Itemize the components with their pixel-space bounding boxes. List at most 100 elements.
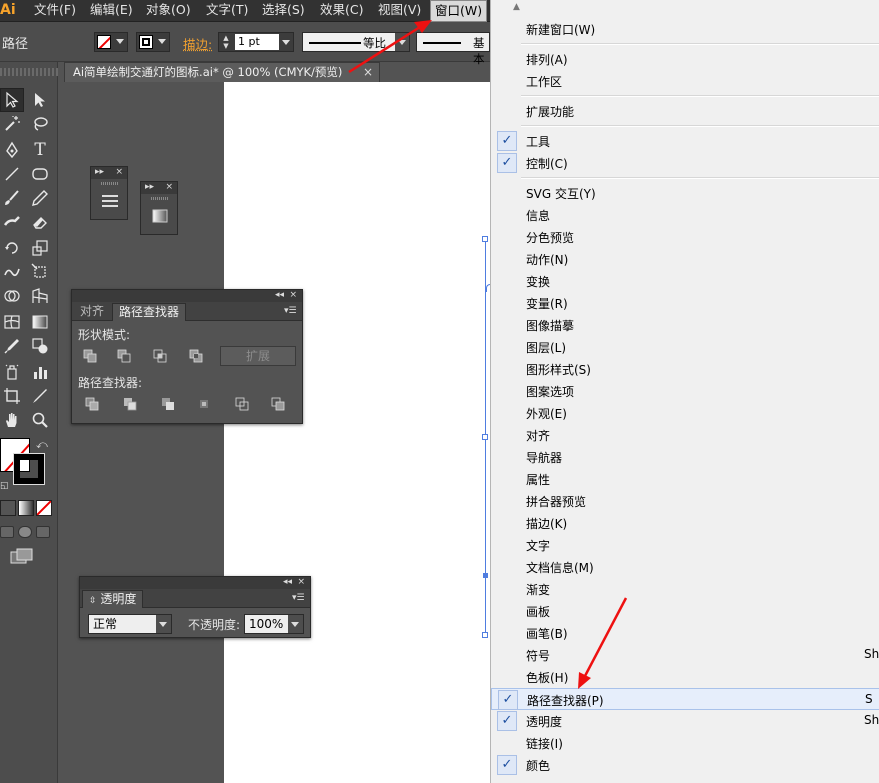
menu-item[interactable]: 图案选项 bbox=[491, 380, 879, 402]
spinner-icon[interactable]: ▲ ▼ bbox=[220, 34, 232, 50]
slice-tool-icon[interactable] bbox=[28, 384, 52, 408]
selection-tool-icon[interactable] bbox=[0, 88, 24, 112]
draw-inside-icon[interactable] bbox=[36, 526, 50, 538]
menu-item[interactable]: ✓ 透明度 Sh bbox=[491, 710, 879, 732]
close-icon[interactable]: × bbox=[165, 182, 173, 193]
divide-icon[interactable] bbox=[82, 395, 102, 413]
anchor-point[interactable] bbox=[483, 573, 488, 578]
tab-transparency[interactable]: ⇳ 透明度 bbox=[82, 590, 144, 608]
menu-item[interactable]: 符号 Sh bbox=[491, 644, 879, 666]
menu-item[interactable]: 新建窗口(W) bbox=[491, 18, 879, 40]
rotate-tool-icon[interactable] bbox=[0, 236, 24, 260]
draw-normal-icon[interactable] bbox=[0, 526, 14, 538]
line-segment-tool-icon[interactable] bbox=[0, 162, 24, 186]
eraser-tool-icon[interactable] bbox=[28, 210, 52, 234]
default-fill-stroke-icon[interactable]: ◱ bbox=[0, 481, 9, 491]
menu-item[interactable]: ✓ 颜色 bbox=[491, 754, 879, 776]
menu-item[interactable]: ✓ 控制(C) bbox=[491, 152, 879, 174]
menu-effect[interactable]: 效果(C) bbox=[320, 0, 363, 22]
tab-align[interactable]: 对齐 bbox=[74, 303, 110, 321]
panel-grip[interactable] bbox=[151, 197, 169, 200]
warp-tool-icon[interactable] bbox=[0, 260, 24, 284]
mesh-tool-icon[interactable] bbox=[0, 310, 24, 334]
artboard[interactable] bbox=[224, 82, 490, 783]
stroke-label[interactable]: 描边: bbox=[183, 34, 212, 53]
menu-item[interactable]: 链接(I) bbox=[491, 732, 879, 754]
opacity-value[interactable]: 100% bbox=[249, 617, 283, 631]
menu-item[interactable]: 图像描摹 bbox=[491, 314, 879, 336]
anchor-handle[interactable] bbox=[482, 632, 488, 638]
menu-type[interactable]: 文字(T) bbox=[206, 0, 248, 22]
pencil-tool-icon[interactable] bbox=[28, 186, 52, 210]
close-icon[interactable]: × bbox=[297, 577, 305, 588]
minus-front-icon[interactable] bbox=[114, 347, 134, 365]
menu-item[interactable]: 动作(N) bbox=[491, 248, 879, 270]
symbol-sprayer-tool-icon[interactable] bbox=[0, 360, 24, 384]
crop-icon[interactable] bbox=[194, 395, 214, 413]
hand-tool-icon[interactable] bbox=[0, 408, 24, 432]
menu-object[interactable]: 对象(O) bbox=[146, 0, 191, 22]
menu-item[interactable]: SVG 交互(Y) bbox=[491, 182, 879, 204]
expand-icon[interactable]: ▸▸ bbox=[145, 182, 154, 192]
menu-item[interactable]: 变量(R) bbox=[491, 292, 879, 314]
variable-width-profile[interactable]: 等比 bbox=[302, 32, 410, 52]
outline-icon[interactable] bbox=[232, 395, 252, 413]
stroke-weight-value[interactable]: 1 pt bbox=[235, 34, 279, 50]
menu-item[interactable]: 对齐 bbox=[491, 424, 879, 446]
menu-file[interactable]: 文件(F) bbox=[34, 0, 76, 22]
draw-behind-icon[interactable] bbox=[18, 526, 32, 538]
stroke-swatch[interactable] bbox=[13, 453, 45, 485]
panel-menu-icon[interactable]: ▾☰ bbox=[292, 593, 306, 603]
screen-mode-icon[interactable] bbox=[10, 548, 34, 564]
none-mode-button[interactable] bbox=[36, 500, 52, 516]
menu-item[interactable]: 拼合器预览 bbox=[491, 490, 879, 512]
panel-titlebar[interactable]: ◂◂ × bbox=[72, 290, 302, 302]
rounded-rectangle-tool-icon[interactable] bbox=[28, 162, 52, 186]
brush-definition[interactable]: 基本 bbox=[416, 32, 490, 66]
menu-view[interactable]: 视图(V) bbox=[378, 0, 421, 22]
anchor-handle[interactable] bbox=[482, 236, 488, 242]
intersect-icon[interactable] bbox=[150, 347, 170, 365]
menu-item[interactable]: 渐变 bbox=[491, 578, 879, 600]
menu-item[interactable]: 图形样式(S) bbox=[491, 358, 879, 380]
gradient-tool-icon[interactable] bbox=[28, 310, 52, 334]
menu-item[interactable]: ✓ 工具 bbox=[491, 130, 879, 152]
direct-selection-tool-icon[interactable] bbox=[28, 88, 52, 112]
chevron-down-icon[interactable] bbox=[282, 40, 290, 45]
chevron-down-icon[interactable] bbox=[395, 33, 409, 51]
close-icon[interactable]: × bbox=[289, 290, 297, 301]
menu-item[interactable]: 色板(H) bbox=[491, 666, 879, 688]
chevron-down-icon[interactable] bbox=[288, 615, 303, 633]
close-icon[interactable]: × bbox=[115, 167, 123, 178]
menu-item[interactable]: 属性 bbox=[491, 468, 879, 490]
collapsed-panel-gradient[interactable]: ▸▸ × bbox=[140, 181, 178, 235]
menu-item[interactable]: 变换 bbox=[491, 270, 879, 292]
unite-icon[interactable] bbox=[80, 347, 100, 365]
column-graph-tool-icon[interactable] bbox=[28, 360, 52, 384]
shape-builder-tool-icon[interactable] bbox=[0, 284, 24, 308]
align-lines-icon[interactable] bbox=[101, 192, 119, 210]
blend-tool-icon[interactable] bbox=[28, 334, 52, 358]
panel-menu-icon[interactable]: ▾☰ bbox=[284, 306, 298, 316]
menu-item[interactable]: 画板 bbox=[491, 600, 879, 622]
swap-fill-stroke-icon[interactable]: ⤺ bbox=[36, 438, 48, 452]
gradient-swatch-icon[interactable] bbox=[151, 207, 169, 225]
gradient-mode-button[interactable] bbox=[18, 500, 34, 516]
panel-grip[interactable] bbox=[0, 68, 58, 76]
menu-item[interactable]: 信息 bbox=[491, 204, 879, 226]
panel-titlebar[interactable]: ◂◂ × bbox=[80, 577, 310, 589]
scale-tool-icon[interactable] bbox=[28, 236, 52, 260]
paintbrush-tool-icon[interactable] bbox=[0, 186, 24, 210]
artboard-tool-icon[interactable] bbox=[0, 384, 24, 408]
menu-item[interactable]: 文档信息(M) bbox=[491, 556, 879, 578]
pen-tool-icon[interactable] bbox=[0, 138, 24, 162]
trim-icon[interactable] bbox=[120, 395, 140, 413]
menu-window[interactable]: 窗口(W) bbox=[430, 0, 488, 22]
menu-edit[interactable]: 编辑(E) bbox=[90, 0, 133, 22]
collapse-icon[interactable]: ◂◂ bbox=[275, 290, 284, 301]
fill-swatch-dropdown[interactable] bbox=[94, 32, 128, 52]
anchor-handle[interactable] bbox=[482, 434, 488, 440]
menu-item[interactable]: 分色预览 bbox=[491, 226, 879, 248]
stroke-weight-field[interactable]: ▲ ▼ 1 pt bbox=[218, 32, 294, 52]
close-icon[interactable]: × bbox=[363, 63, 373, 81]
